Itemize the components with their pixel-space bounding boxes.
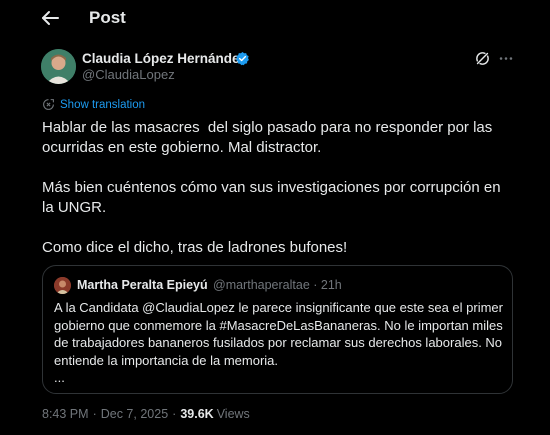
- author-name[interactable]: Claudia López Hernández: [82, 51, 246, 66]
- quote-text-line: ...: [54, 370, 65, 385]
- post-time[interactable]: 8:43 PM: [42, 407, 89, 421]
- post-paragraph: Como dice el dicho, tras de ladrones buf…: [42, 239, 348, 256]
- show-translation-label: Show translation: [60, 98, 146, 111]
- quoted-post[interactable]: Martha Peralta Epieyú @marthaperaltae · …: [42, 265, 513, 394]
- quote-author-avatar: [54, 277, 71, 294]
- globe-translate-icon: [43, 99, 54, 110]
- post-paragraph: Más bien cuéntenos cómo van sus investig…: [42, 179, 505, 216]
- quote-text-line: entiende la importancia de la memoria.: [54, 352, 279, 368]
- author-avatar[interactable]: [41, 49, 76, 84]
- more-horizontal-icon[interactable]: [497, 50, 515, 67]
- author-handle[interactable]: @ClaudiaLopez: [82, 67, 175, 82]
- show-translation-link[interactable]: Show translation: [42, 97, 145, 112]
- quote-text-line: de trabajadores bananeros fusilados por …: [54, 335, 503, 350]
- meta-separator: ·: [92, 407, 97, 421]
- verified-badge-icon: [235, 51, 250, 66]
- quote-author-handle-time: @marthaperaltae · 21h: [213, 278, 342, 292]
- quote-text-line: gobierno que conmemore la #MasacreDeLasB…: [54, 317, 503, 333]
- post-header: Post: [0, 0, 550, 36]
- grok-icon[interactable]: [474, 50, 491, 67]
- page-title: Post: [89, 8, 126, 27]
- meta-separator: ·: [172, 407, 177, 421]
- quote-text: A la Candidata @ClaudiaLopez le parece i…: [54, 299, 506, 387]
- post-paragraph: Hablar de las masacres del siglo pasado …: [42, 119, 497, 156]
- post-date[interactable]: Dec 7, 2025: [101, 407, 168, 421]
- quote-author-name: Martha Peralta Epieyú: [77, 278, 208, 292]
- quote-text-line: A la Candidata @ClaudiaLopez le parece i…: [54, 300, 503, 315]
- back-button[interactable]: [40, 8, 62, 28]
- post-text: Hablar de las masacres del siglo pasado …: [42, 118, 512, 258]
- arrow-left-icon: [42, 11, 59, 25]
- views-label: Views: [216, 407, 250, 421]
- post-meta: 8:43 PM · Dec 7, 2025 · 39.6K Views: [42, 407, 250, 421]
- views-count: 39.6K: [180, 407, 214, 421]
